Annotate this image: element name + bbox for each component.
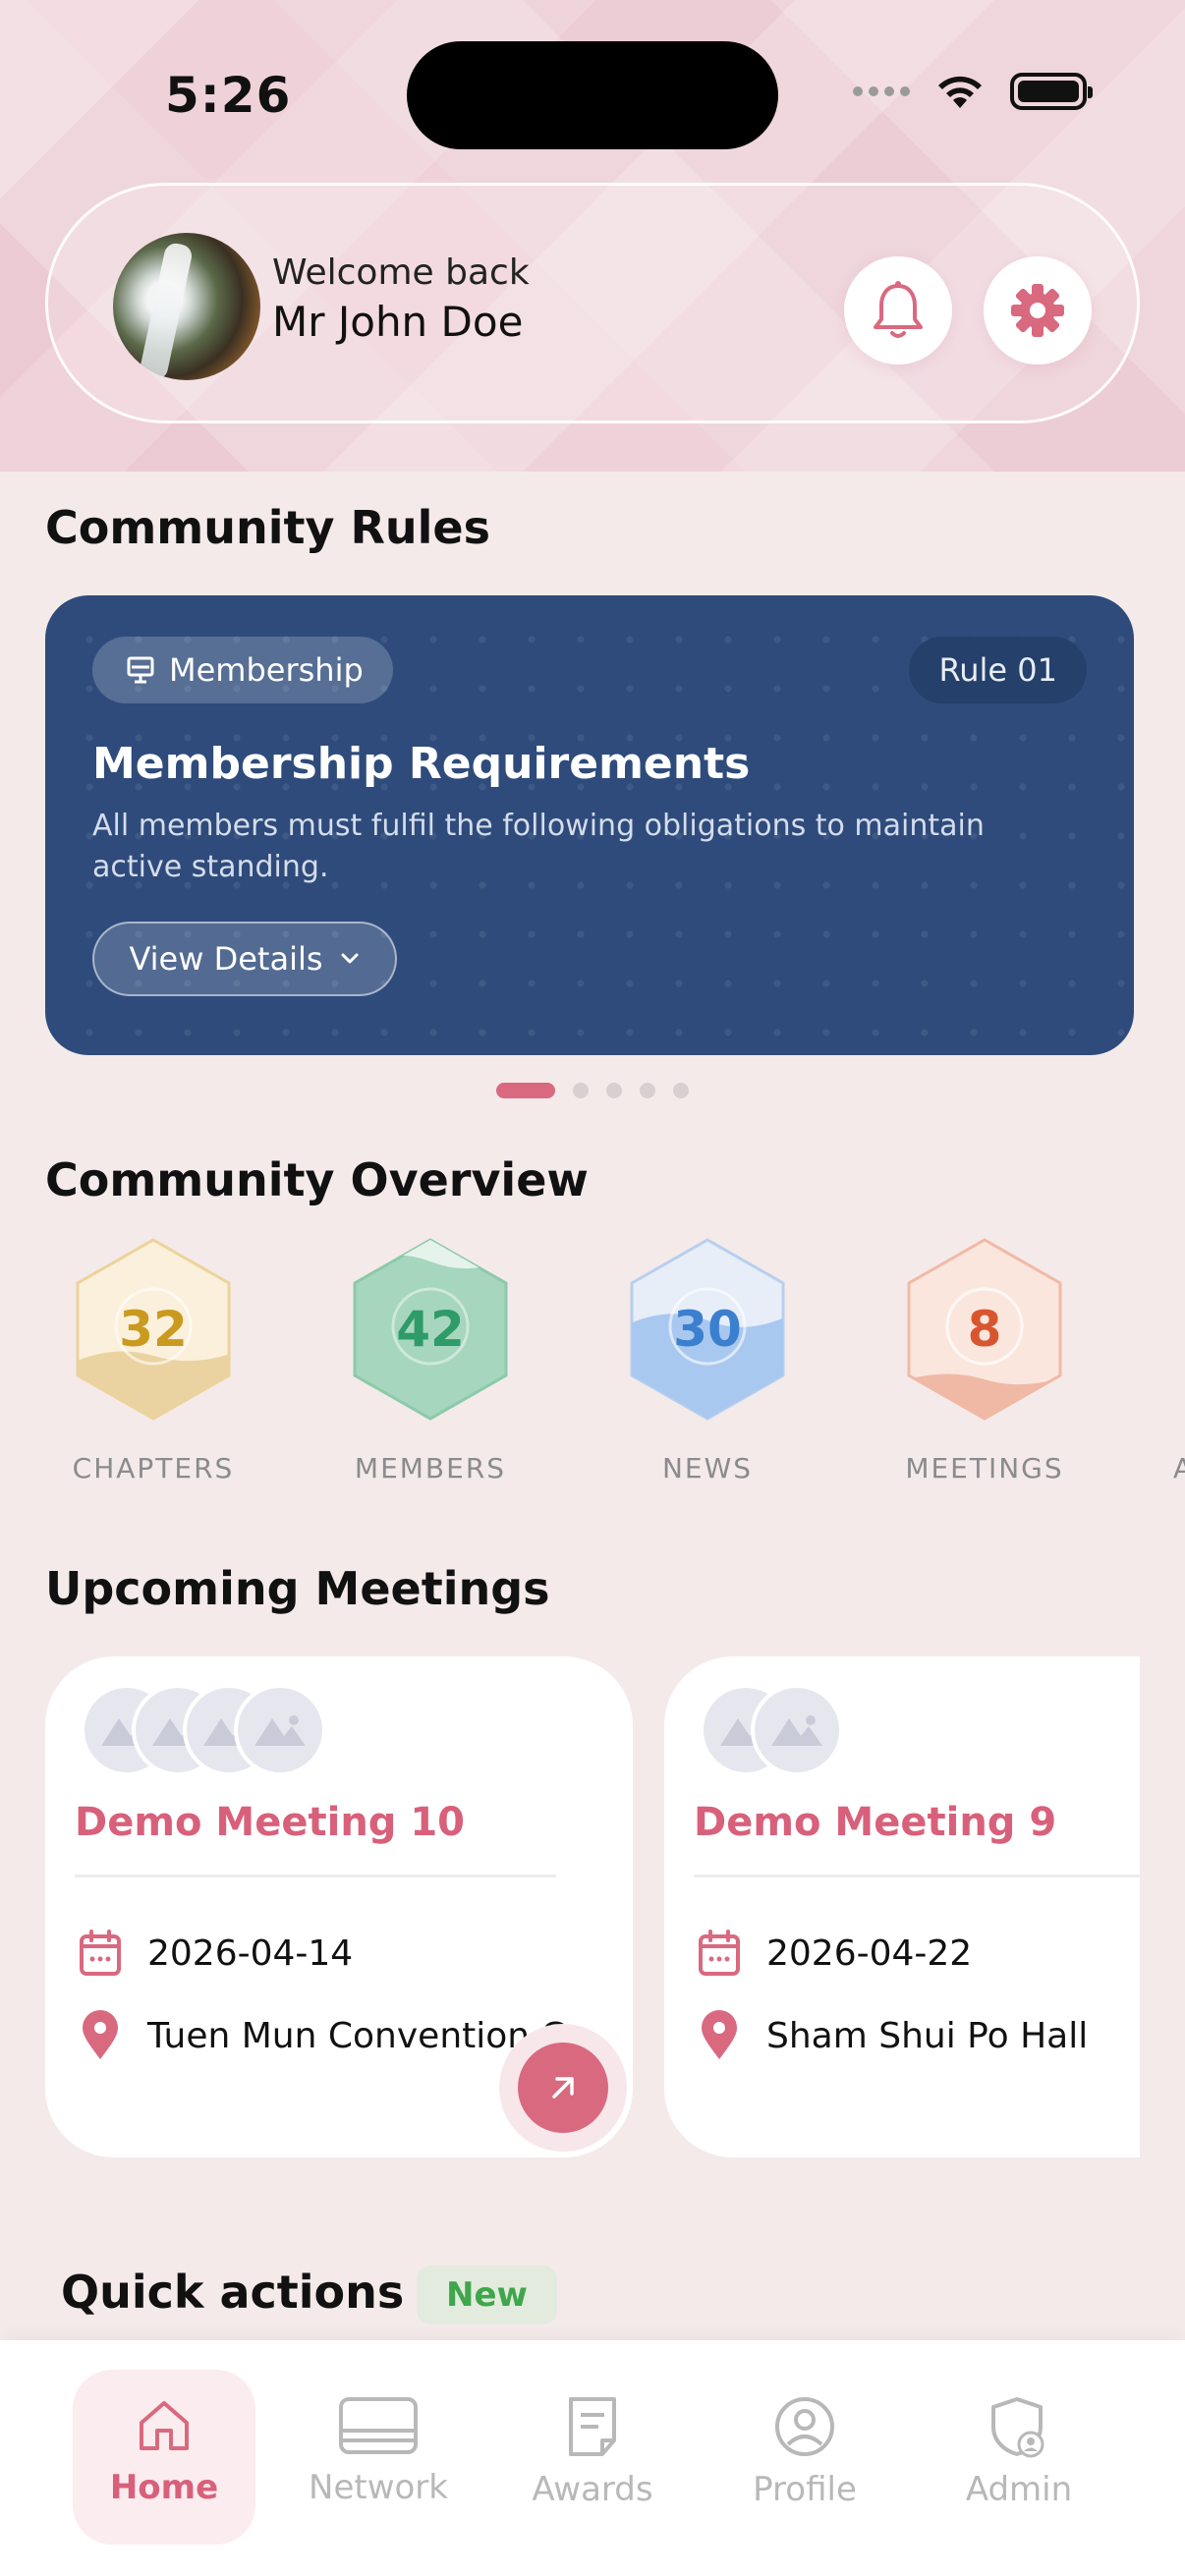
meeting-date: 2026-04-22 (698, 1930, 972, 1977)
stat-chapters[interactable]: 32 CHAPTERS (45, 1236, 261, 1484)
community-rules-title: Community Rules (45, 501, 490, 554)
tab-profile[interactable]: Profile (713, 2370, 896, 2545)
rule-description: All members must fulfil the following ob… (92, 809, 985, 884)
tab-label: Awards (532, 2470, 653, 2509)
monitor-icon (127, 656, 154, 684)
calendar-icon (699, 1930, 740, 1976)
meeting-date: 2026-04-14 (79, 1930, 353, 1977)
tab-network[interactable]: Network (287, 2370, 470, 2545)
location-pin-icon (83, 2010, 118, 2059)
rule-category-label: Membership (169, 651, 364, 689)
bottom-tab-bar: Home Network Awards Profile Admin (0, 2340, 1185, 2576)
pagination-dot[interactable] (606, 1083, 622, 1098)
stat-partial: A (1173, 1236, 1185, 1484)
status-icons (853, 73, 1093, 110)
bell-icon (874, 281, 923, 338)
pagination-dot[interactable] (496, 1083, 555, 1098)
home-icon (140, 2401, 189, 2450)
welcome-text: Welcome back (272, 252, 530, 293)
stat-label: MEMBERS (354, 1452, 507, 1484)
divider (694, 1875, 1140, 1877)
overview-stats: 32 CHAPTERS 42 MEMBERS 30 NEWS 8 MEETING (45, 1236, 1185, 1521)
stat-label: A (1173, 1452, 1185, 1484)
meeting-location: Sham Shui Po Hall (698, 2010, 1088, 2061)
meeting-title: Demo Meeting 10 (75, 1800, 466, 1845)
stat-meetings[interactable]: 8 MEETINGS (876, 1236, 1093, 1484)
profile-icon (775, 2397, 834, 2456)
admin-icon (991, 2397, 1044, 2458)
stat-news[interactable]: 30 NEWS (599, 1236, 816, 1484)
awards-icon (569, 2397, 616, 2456)
network-icon (339, 2397, 418, 2454)
welcome-header: Welcome back Mr John Doe (45, 183, 1140, 423)
carousel-pagination (0, 1083, 1185, 1098)
stat-members[interactable]: 42 MEMBERS (322, 1236, 538, 1484)
pagination-dot[interactable] (640, 1083, 655, 1098)
wifi-icon (938, 76, 982, 108)
dynamic-island (407, 41, 778, 149)
avatar[interactable] (113, 233, 260, 380)
pagination-dot[interactable] (673, 1083, 689, 1098)
meeting-date-text: 2026-04-14 (147, 1932, 354, 1974)
rule-card[interactable]: Membership Rule 01 Membership Requiremen… (45, 595, 1134, 1055)
stat-label: NEWS (661, 1452, 754, 1484)
pagination-dot[interactable] (573, 1083, 589, 1098)
battery-icon (1010, 73, 1093, 110)
meeting-card[interactable]: Demo Meeting 9 2026-04-22 Sham Shui Po H… (664, 1656, 1140, 2157)
settings-button[interactable] (984, 256, 1092, 364)
gear-icon (1011, 284, 1064, 337)
divider (75, 1875, 556, 1877)
status-time: 5:26 (165, 67, 292, 124)
stat-value: 30 (673, 1301, 742, 1358)
rule-number-badge: Rule 01 (909, 637, 1087, 703)
location-pin-icon (702, 2010, 737, 2059)
meeting-card[interactable]: Demo Meeting 10 2026-04-14 Tuen Mun Conv… (45, 1656, 633, 2157)
open-meeting-button[interactable] (499, 2024, 627, 2152)
stat-value: 32 (119, 1301, 188, 1358)
stat-label: MEETINGS (905, 1452, 1064, 1484)
stat-value: 8 (967, 1301, 1002, 1358)
view-details-label: View Details (129, 940, 323, 978)
image-placeholder-icon (751, 1684, 843, 1776)
upcoming-meetings-title: Upcoming Meetings (45, 1562, 550, 1615)
tab-awards[interactable]: Awards (501, 2370, 684, 2545)
meeting-title: Demo Meeting 9 (694, 1800, 1057, 1845)
chevron-down-icon (341, 953, 359, 964)
tab-home[interactable]: Home (73, 2370, 255, 2545)
view-details-button[interactable]: View Details (92, 922, 397, 996)
notifications-button[interactable] (844, 256, 952, 364)
calendar-icon (80, 1930, 121, 1976)
arrow-up-right-icon (552, 2077, 574, 2099)
tab-label: Admin (965, 2470, 1073, 2509)
quick-actions-title: Quick actions (61, 2266, 405, 2319)
community-overview-title: Community Overview (45, 1153, 589, 1206)
tab-label: Network (309, 2468, 448, 2507)
rule-title: Membership Requirements (92, 739, 751, 789)
rule-category-chip: Membership (92, 637, 393, 703)
stat-label: CHAPTERS (72, 1452, 235, 1484)
user-name: Mr John Doe (272, 298, 524, 346)
meeting-date-text: 2026-04-22 (766, 1932, 973, 1974)
new-badge: New (417, 2266, 557, 2324)
stat-value: 42 (396, 1301, 465, 1358)
meeting-location-text: Sham Shui Po Hall (766, 2015, 1089, 2056)
tab-label: Profile (753, 2470, 857, 2509)
tab-admin[interactable]: Admin (928, 2370, 1110, 2545)
tab-label: Home (109, 2468, 219, 2507)
cellular-signal-icon (853, 86, 910, 96)
image-placeholder-icon (234, 1684, 326, 1776)
